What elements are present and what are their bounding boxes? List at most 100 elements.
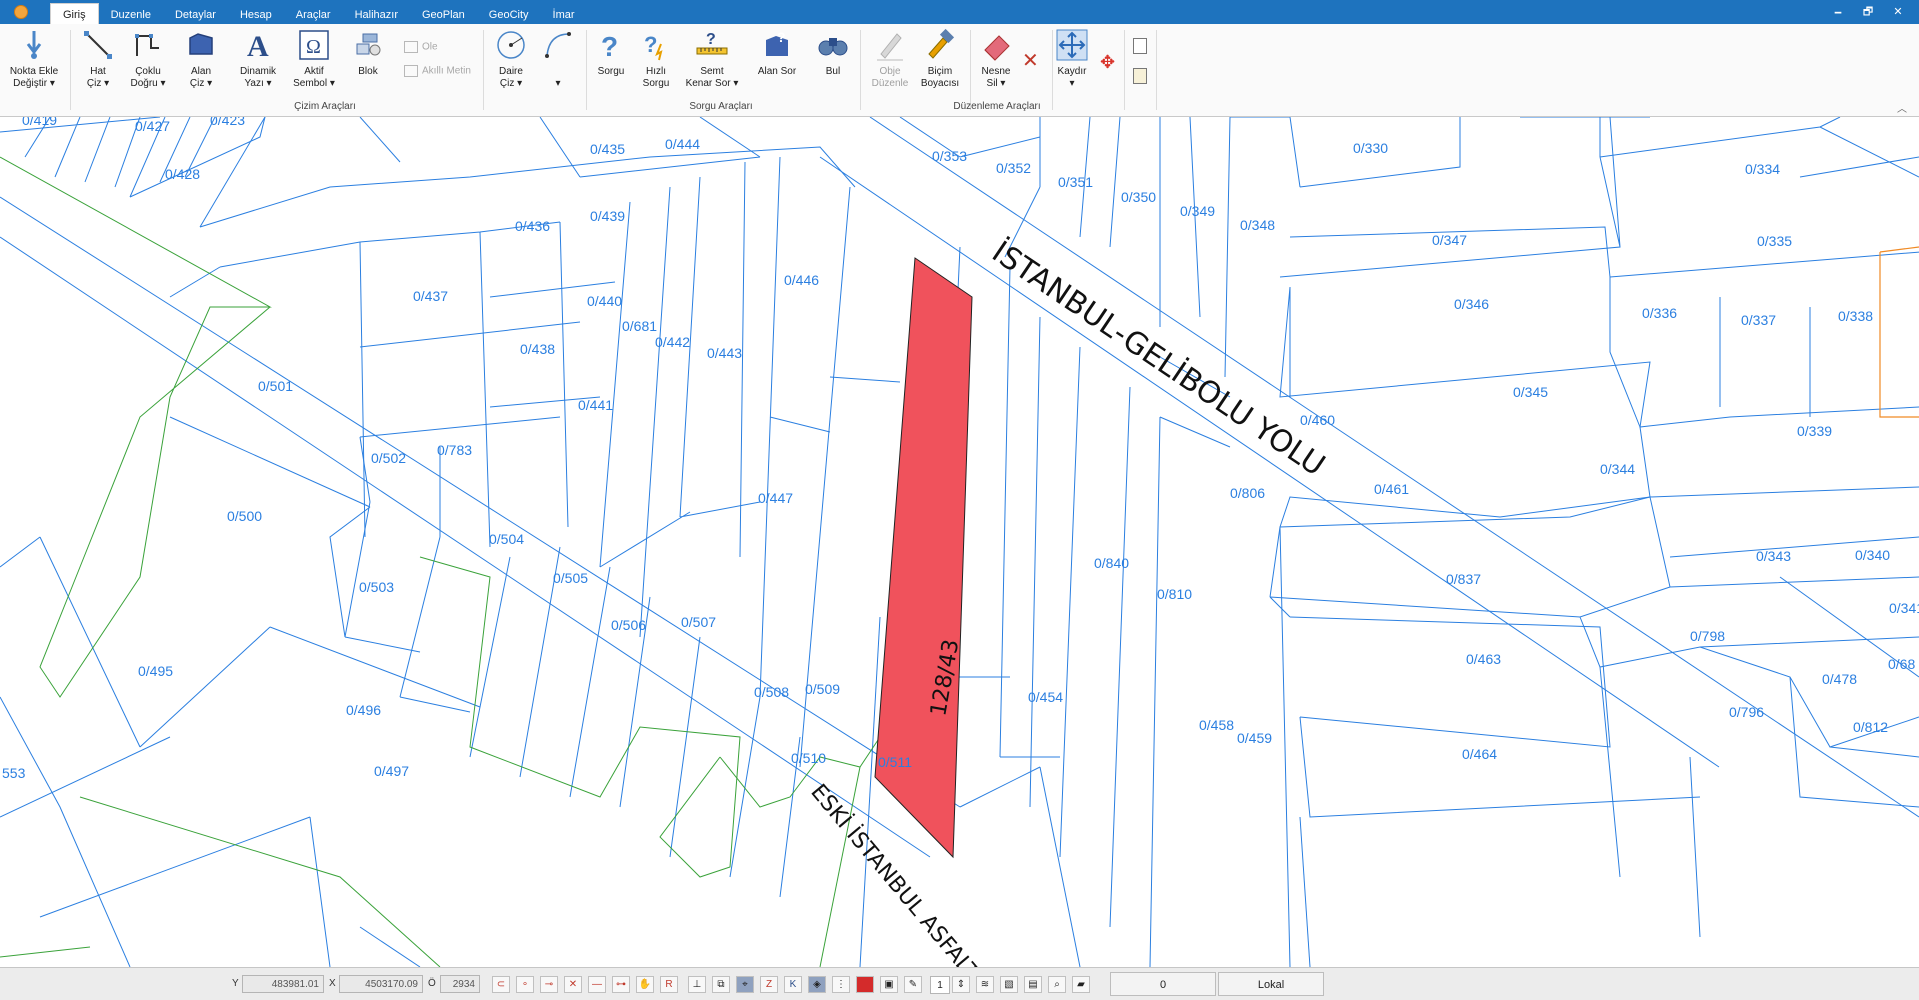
- parcel-label[interactable]: 0/454: [1028, 689, 1063, 705]
- snap-toggle-icon[interactable]: ◈: [808, 976, 826, 993]
- parcel-label[interactable]: 0/346: [1454, 296, 1489, 312]
- parcel-label[interactable]: 0/508: [754, 684, 789, 700]
- parcel-label[interactable]: 0/336: [1642, 305, 1677, 321]
- parcel-map[interactable]: 128/43 İSTANBUL-GELİBOLU YOLU ESKİ İSTAN…: [0, 117, 1919, 967]
- parcel-label[interactable]: 0/345: [1513, 384, 1548, 400]
- tab-araclar[interactable]: Araçlar: [284, 0, 343, 24]
- minimize-button[interactable]: 🗕: [1825, 4, 1851, 20]
- parcel-label[interactable]: 0/351: [1058, 174, 1093, 190]
- parcel-label[interactable]: 0/337: [1741, 312, 1776, 328]
- yay-ciz-button[interactable]: ▾: [530, 28, 586, 98]
- parcel-label[interactable]: 0/438: [520, 341, 555, 357]
- tab-geoplan[interactable]: GeoPlan: [410, 0, 477, 24]
- parcel-label[interactable]: 0/435: [590, 141, 625, 157]
- chart-icon[interactable]: ▤: [1024, 976, 1042, 993]
- layers-icon[interactable]: ≋: [976, 976, 994, 993]
- tab-hesap[interactable]: Hesap: [228, 0, 284, 24]
- parcel-label[interactable]: 0/348: [1240, 217, 1275, 233]
- parcel-label[interactable]: 0/496: [346, 702, 381, 718]
- snap-r-icon[interactable]: R: [660, 976, 678, 993]
- z-icon[interactable]: Z: [760, 976, 778, 993]
- tab-halihazir[interactable]: Halihazır: [343, 0, 410, 24]
- parcel-label[interactable]: 0/495: [138, 663, 173, 679]
- parcel-label[interactable]: 0/463: [1466, 651, 1501, 667]
- tab-imar[interactable]: İmar: [541, 0, 587, 24]
- parcel-label[interactable]: 0/353: [932, 148, 967, 164]
- parcel-label[interactable]: 0/447: [758, 490, 793, 506]
- parcel-label[interactable]: 0/505: [553, 570, 588, 586]
- parcel-label[interactable]: 0/458: [1199, 717, 1234, 733]
- dinamik-yazi-button[interactable]: A Dinamik Yazı ▾: [230, 28, 286, 98]
- ortho-icon[interactable]: ⊥: [688, 976, 706, 993]
- parcel-label[interactable]: 0/509: [805, 681, 840, 697]
- image-icon[interactable]: ▧: [1000, 976, 1018, 993]
- parcel-label[interactable]: 0/343: [1756, 548, 1791, 564]
- parcel-label[interactable]: 0/810: [1157, 586, 1192, 602]
- hand-pan-icon[interactable]: ✋: [636, 976, 654, 993]
- parcel-label[interactable]: 0/461: [1374, 481, 1409, 497]
- parcel-label[interactable]: 0/436: [515, 218, 550, 234]
- parcel-label[interactable]: 0/812: [1853, 719, 1888, 735]
- delete-x-icon[interactable]: ✕: [1022, 48, 1039, 73]
- layer-number-field[interactable]: 1: [930, 976, 950, 994]
- tab-giris[interactable]: Giriş: [50, 3, 99, 24]
- akilli-metin-button[interactable]: Akıllı Metin: [404, 65, 471, 77]
- folder-icon[interactable]: ▰: [1072, 976, 1090, 993]
- hat-ciz-button[interactable]: Hat Çiz ▾: [70, 28, 126, 98]
- parcel-label[interactable]: 0/507: [681, 614, 716, 630]
- parcel-label[interactable]: 0/350: [1121, 189, 1156, 205]
- collapse-ribbon-icon[interactable]: ︿: [1897, 100, 1907, 115]
- parcel-label[interactable]: 0/500: [227, 508, 262, 524]
- alan-ciz-button[interactable]: Alan Çiz ▾: [173, 28, 229, 98]
- snap-point-icon[interactable]: ∘: [516, 976, 534, 993]
- bicim-boyacisi-button[interactable]: Biçim Boyacısı: [912, 28, 968, 98]
- paste-icon[interactable]: [1133, 68, 1147, 84]
- snap-intersection-icon[interactable]: ✕: [564, 976, 582, 993]
- parcel-label[interactable]: 0/349: [1180, 203, 1215, 219]
- parcel-label[interactable]: 0/501: [258, 378, 293, 394]
- parcel-label[interactable]: 0/440: [587, 293, 622, 309]
- parcel-label[interactable]: 0/442: [655, 334, 690, 350]
- coklu-dogru-button[interactable]: Çoklu Doğru ▾: [120, 28, 176, 98]
- parcel-label[interactable]: 0/441: [578, 397, 613, 413]
- parcel-label[interactable]: 0/427: [135, 118, 170, 134]
- snap-line-icon[interactable]: —: [588, 976, 606, 993]
- parcel-label[interactable]: 0/352: [996, 160, 1031, 176]
- mode-box[interactable]: Lokal: [1218, 972, 1324, 996]
- parcel-label[interactable]: 0/497: [374, 763, 409, 779]
- spinner-icon[interactable]: ⇕: [952, 976, 970, 993]
- parcel-label[interactable]: 0/335: [1757, 233, 1792, 249]
- blok-button[interactable]: Blok: [340, 28, 396, 98]
- k-icon[interactable]: K: [784, 976, 802, 993]
- kaydir-button[interactable]: Kaydır ▾: [1044, 28, 1100, 98]
- parcel-label[interactable]: 0/502: [371, 450, 406, 466]
- parcel-label[interactable]: 0/460: [1300, 412, 1335, 428]
- copy-icon[interactable]: [1133, 38, 1147, 54]
- parcel-label[interactable]: 0/334: [1745, 161, 1780, 177]
- parcel-label[interactable]: 0/503: [359, 579, 394, 595]
- parcel-label[interactable]: 553: [2, 765, 26, 781]
- black-square-icon[interactable]: ▣: [880, 976, 898, 993]
- parcel-label[interactable]: 0/347: [1432, 232, 1467, 248]
- parcel-label[interactable]: 0/837: [1446, 571, 1481, 587]
- zoom-icon[interactable]: ⌕: [1048, 976, 1066, 993]
- parcel-label[interactable]: 0/478: [1822, 671, 1857, 687]
- select-grid-icon[interactable]: ⋮: [832, 976, 850, 993]
- parcel-label[interactable]: 0/464: [1462, 746, 1497, 762]
- parcel-label[interactable]: 0/459: [1237, 730, 1272, 746]
- color-red-icon[interactable]: [856, 976, 874, 993]
- snap-midpoint-icon[interactable]: ⊶: [612, 976, 630, 993]
- ole-button[interactable]: Ole: [404, 41, 438, 53]
- parcel-label[interactable]: 0/506: [611, 617, 646, 633]
- snap-magnet-icon[interactable]: ⊂: [492, 976, 510, 993]
- close-button[interactable]: ✕: [1885, 4, 1911, 20]
- tab-geocity[interactable]: GeoCity: [477, 0, 541, 24]
- nokta-ekle-button[interactable]: Nokta Ekle Değiştir ▾: [6, 28, 62, 98]
- parcel-label[interactable]: 0/339: [1797, 423, 1832, 439]
- parcel-label[interactable]: 0/341: [1889, 600, 1919, 616]
- parcel-label[interactable]: 0/783: [437, 442, 472, 458]
- parcel-label[interactable]: 0/439: [590, 208, 625, 224]
- alan-sor-button[interactable]: ? Alan Sor: [749, 28, 805, 98]
- parcel-label[interactable]: 0/504: [489, 531, 524, 547]
- pen-icon[interactable]: ✎: [904, 976, 922, 993]
